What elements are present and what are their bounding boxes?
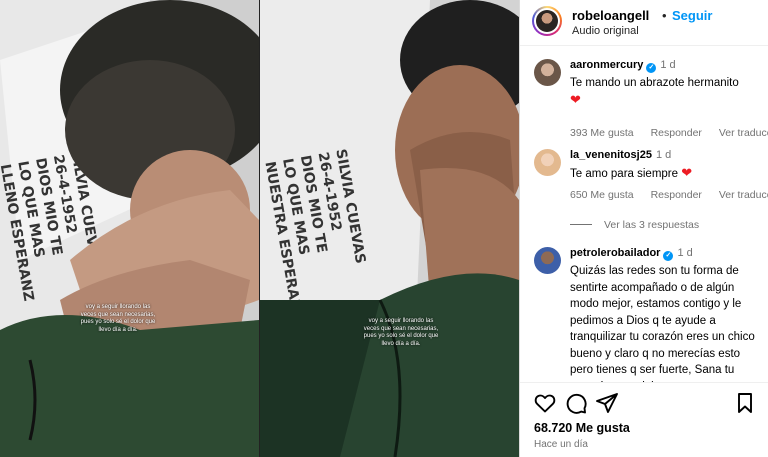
video-scene-right: SILVIA CUEVAS 26-4-1952 DIOS MIO TE LO Q… xyxy=(260,0,519,457)
view-replies-button[interactable]: Ver las 3 respuestas xyxy=(570,219,699,231)
comment-username[interactable]: la_venenitosj25 1 d xyxy=(570,149,671,161)
comments-list[interactable]: aaronmercury ✓ 1 d Te mando un abrazote he… xyxy=(520,47,768,382)
verified-badge-icon: ✓ xyxy=(663,251,674,261)
reply-button[interactable]: Responder xyxy=(651,127,702,139)
post-header: robeloangell • Seguir Audio original xyxy=(520,0,768,46)
post-actions: 68.720 Me gusta Hace un día xyxy=(520,382,768,457)
commenter-avatar[interactable] xyxy=(534,59,561,86)
post-side-panel: robeloangell • Seguir Audio original aar… xyxy=(519,0,768,457)
comment-time: 1 d xyxy=(660,59,676,71)
like-heart-icon[interactable] xyxy=(533,391,557,415)
video-caption-left: voy a seguir llorando las veces que sean… xyxy=(80,304,156,333)
red-heart-emoji-icon: ❤ xyxy=(681,165,693,180)
commenter-avatar[interactable] xyxy=(534,149,561,176)
header-separator: • xyxy=(662,8,667,23)
video-caption-right: voy a seguir llorando las veces que sean… xyxy=(363,318,439,347)
verified-badge-icon: ✓ xyxy=(646,63,657,73)
video-frame-right: SILVIA CUEVAS 26-4-1952 DIOS MIO TE LO Q… xyxy=(260,0,519,457)
author-username[interactable]: robeloangell xyxy=(572,8,649,23)
comment-text: Te amo para siempre ❤ xyxy=(570,165,693,180)
author-avatar[interactable] xyxy=(532,6,562,36)
comment-bubble-icon[interactable] xyxy=(564,391,588,415)
comment-text: Quizás las redes son tu forma de sentirt… xyxy=(570,265,755,382)
comment-meta: 650 Me gusta Responder Ver traducción xyxy=(570,189,768,201)
audio-label[interactable]: Audio original xyxy=(572,25,639,37)
translate-button[interactable]: Ver traducción xyxy=(719,189,768,201)
follow-button[interactable]: Seguir xyxy=(672,8,712,23)
comment-likes[interactable]: 650 Me gusta xyxy=(570,189,634,201)
comment-likes[interactable]: 393 Me gusta xyxy=(570,127,634,139)
commenter-avatar[interactable] xyxy=(534,247,561,274)
video-frame-left: SILVIA CUEVAS 26-4-1952 DIOS MIO TE LO Q… xyxy=(0,0,259,457)
comment-time: 1 d xyxy=(677,247,693,259)
save-bookmark-icon[interactable] xyxy=(733,391,757,415)
reply-button[interactable]: Responder xyxy=(651,189,702,201)
comment-username[interactable]: petrolerobailador ✓ 1 d xyxy=(570,247,693,261)
comment-time: 1 d xyxy=(655,149,672,161)
translate-button[interactable]: Ver traducción xyxy=(719,127,768,139)
post-time-ago: Hace un día xyxy=(534,439,588,450)
comment-text: Te mando un abrazote hermanito ❤ xyxy=(570,77,739,107)
share-paper-plane-icon[interactable] xyxy=(595,391,619,415)
red-heart-emoji-icon: ❤ xyxy=(570,91,581,107)
comment-meta: 393 Me gusta Responder Ver traducción xyxy=(570,127,768,139)
post-media[interactable]: SILVIA CUEVAS 26-4-1952 DIOS MIO TE LO Q… xyxy=(0,0,519,457)
replies-line xyxy=(570,224,592,225)
post-likes-count[interactable]: 68.720 Me gusta xyxy=(534,421,630,435)
comment-username[interactable]: aaronmercury ✓ 1 d xyxy=(570,59,676,73)
video-scene-left: SILVIA CUEVAS 26-4-1952 DIOS MIO TE LO Q… xyxy=(0,0,259,457)
